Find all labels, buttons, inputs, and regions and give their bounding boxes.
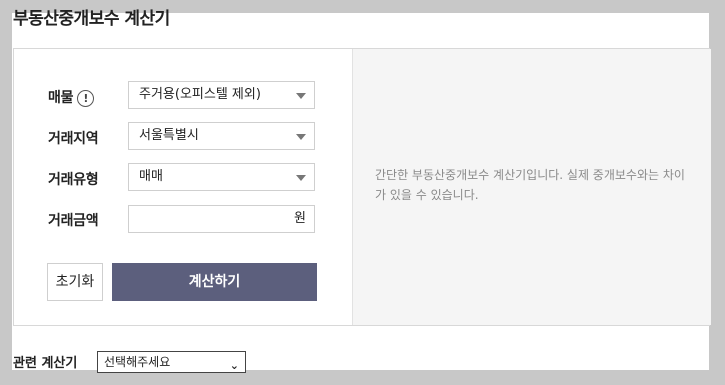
caret-down-icon: [296, 93, 306, 99]
deal-type-label: 거래유형: [48, 172, 99, 188]
region-select[interactable]: 서울특별시: [128, 122, 315, 150]
deal-type-select[interactable]: 매매: [128, 163, 315, 191]
region-value: 서울특별시: [139, 128, 199, 143]
related-calculator-select[interactable]: 선택해주세요 ⌄: [97, 351, 246, 373]
info-panel: 간단한 부동산중개보수 계산기입니다. 실제 중개보수와는 차이가 있을 수 있…: [352, 49, 711, 325]
amount-label: 거래금액: [48, 213, 99, 229]
property-label: 매물: [48, 90, 74, 106]
calculator-card: 매물! 주거용(오피스텔 제외) 거래지역 서울특별시 거래유형 매매 거래금액…: [13, 48, 711, 326]
caret-down-icon: [296, 134, 306, 140]
chevron-down-icon: ⌄: [229, 359, 239, 372]
property-row-label: 매물!: [48, 87, 95, 107]
region-label: 거래지역: [48, 131, 99, 147]
page-title: 부동산중개보수 계산기: [13, 9, 170, 29]
info-text: 간단한 부동산중개보수 계산기입니다. 실제 중개보수와는 차이가 있을 수 있…: [375, 168, 685, 202]
property-type-value: 주거용(오피스텔 제외): [139, 87, 261, 102]
form-area: 매물! 주거용(오피스텔 제외) 거래지역 서울특별시 거래유형 매매 거래금액…: [14, 49, 351, 325]
deal-type-value: 매매: [139, 169, 163, 184]
property-type-select[interactable]: 주거용(오피스텔 제외): [128, 81, 315, 109]
caret-down-icon: [296, 175, 306, 181]
amount-unit: 원: [294, 211, 306, 226]
amount-input[interactable]: [129, 206, 289, 234]
calculate-button[interactable]: 계산하기: [112, 263, 317, 301]
amount-field[interactable]: 원: [128, 205, 315, 234]
info-icon[interactable]: !: [77, 89, 95, 107]
reset-button[interactable]: 초기화: [47, 263, 103, 301]
related-calculator-value: 선택해주세요: [104, 355, 171, 369]
related-calculator-label: 관련 계산기: [13, 356, 78, 371]
